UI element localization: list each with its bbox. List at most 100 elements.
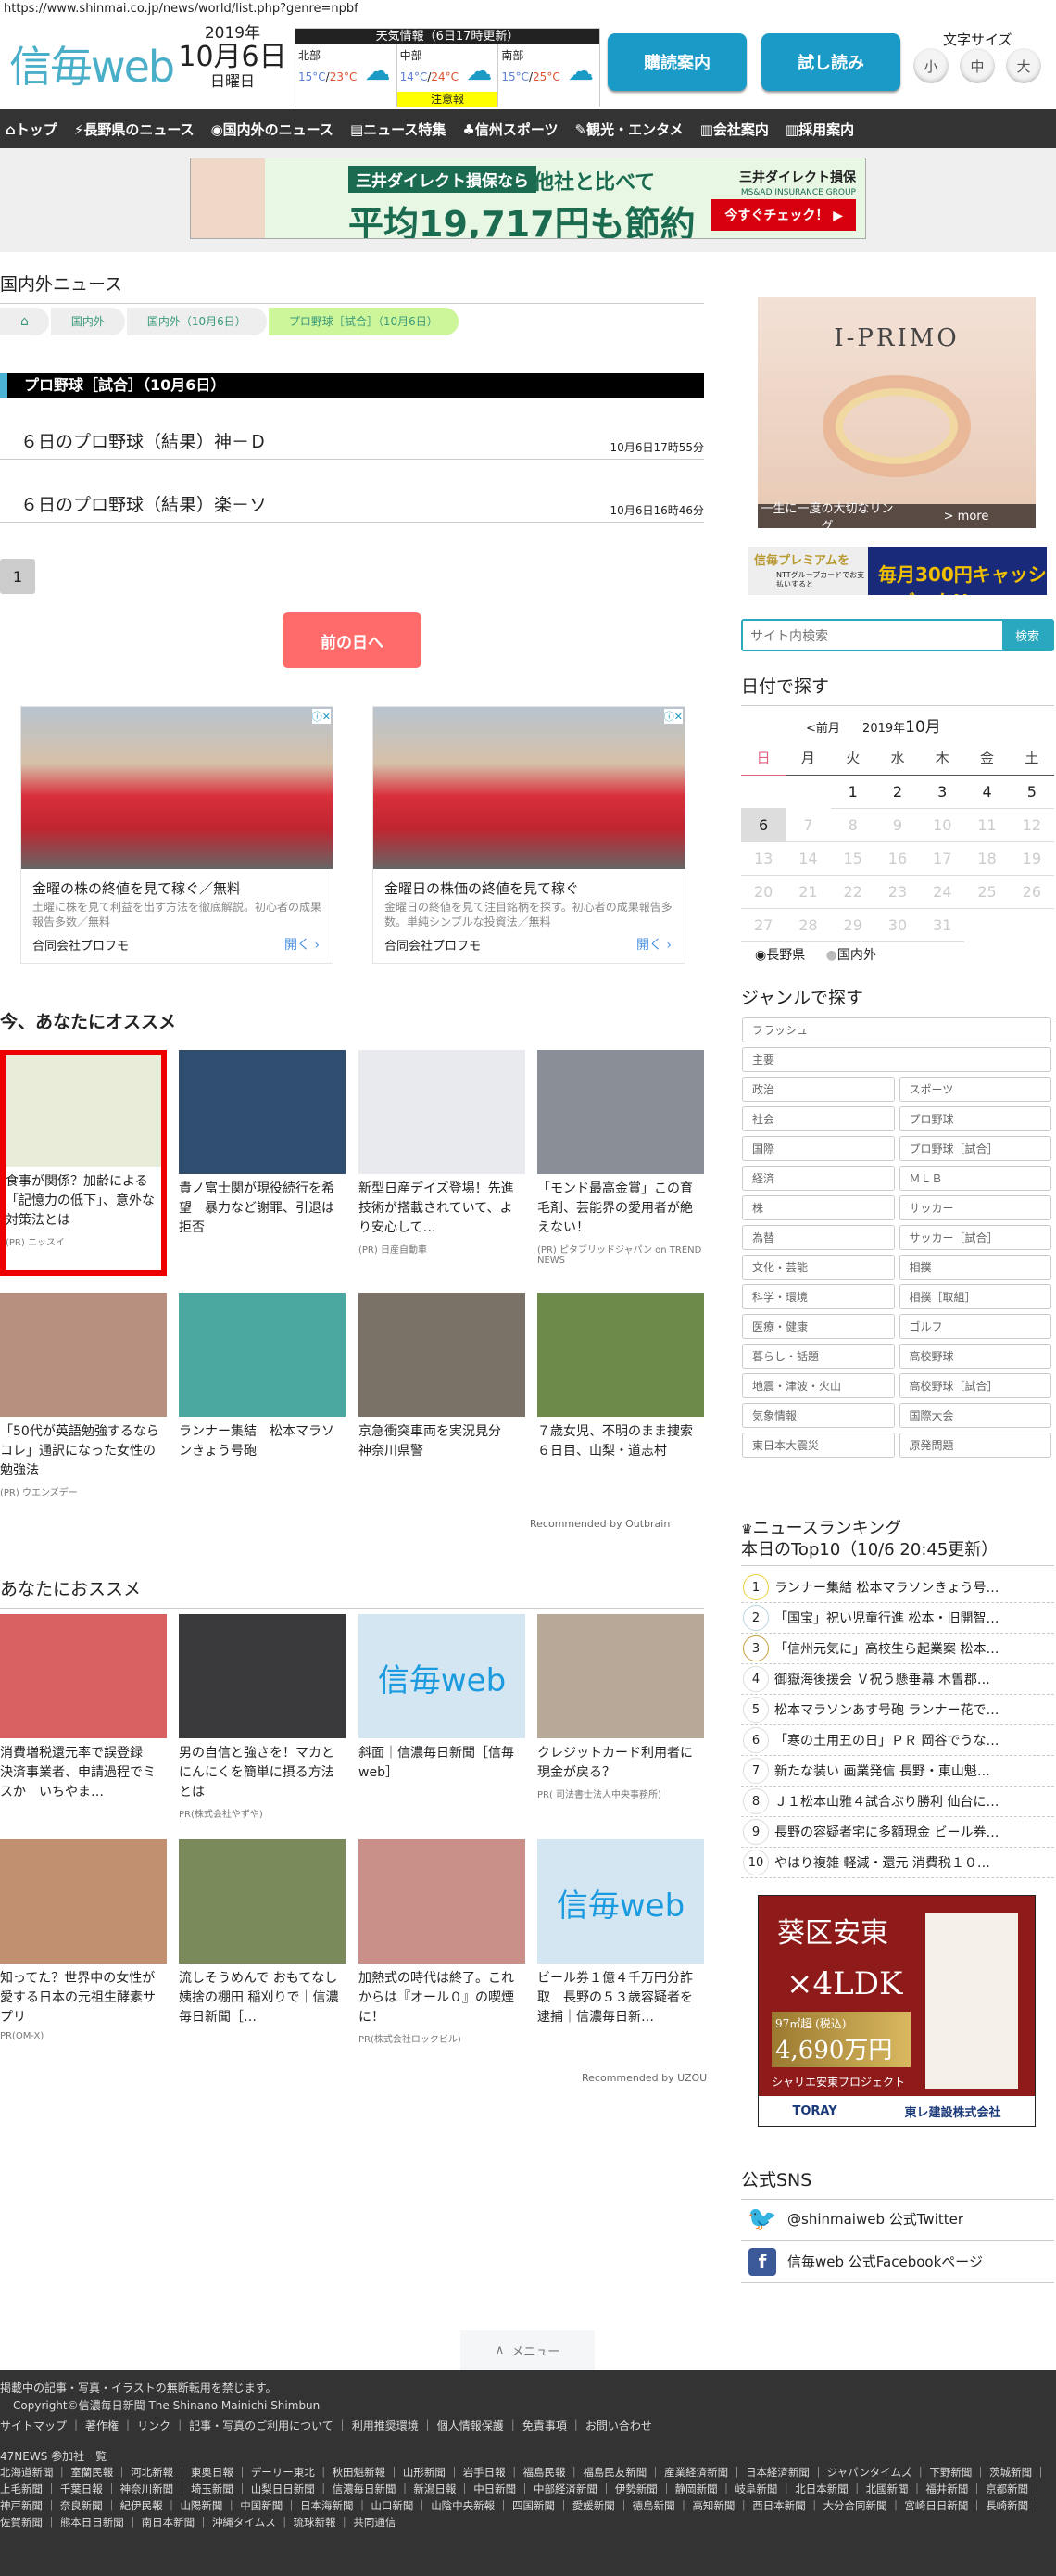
reco-card[interactable]: 消費増税還元率で誤登録 決済事業者、申請過程でミスか いちやま…: [0, 1614, 167, 1802]
calendar-day[interactable]: 6: [741, 808, 786, 842]
reco-card[interactable]: 食事が関係？加齢による「記憶力の低下」、意外な対策法とは (PR) ニッスイ: [0, 1050, 167, 1276]
article-row[interactable]: ６日のプロ野球（結果）楽－ソ 10月6日16時46分: [0, 486, 704, 523]
paper-link[interactable]: 秋田魁新報: [333, 2466, 403, 2479]
paper-link[interactable]: 高知新聞: [692, 2499, 752, 2512]
breadcrumb-home[interactable]: ⌂: [0, 308, 49, 335]
nav-item[interactable]: ▥採用案内: [786, 120, 854, 139]
reco-card[interactable]: ７歳女児、不明のまま捜索６日目、山梨・道志村: [537, 1293, 704, 1461]
toray-ad[interactable]: 葵区安東 ×4LDK 97㎡超 (税込) 4,690万円 シャリエ安東プロジェクト…: [758, 1895, 1036, 2127]
genre-item[interactable]: サッカー: [899, 1195, 1051, 1220]
nav-item[interactable]: ✎観光・エンタメ: [575, 120, 684, 139]
paper-link[interactable]: 共同通信: [353, 2516, 396, 2529]
paper-link[interactable]: 山陽新聞: [180, 2499, 240, 2512]
ad-close-icon[interactable]: ⓘ✕: [311, 709, 331, 724]
paper-link[interactable]: 紀伊民報: [120, 2499, 181, 2512]
paper-link[interactable]: 琉球新報: [294, 2516, 354, 2529]
subscribe-button[interactable]: 購読案内: [608, 33, 747, 91]
paper-link[interactable]: 京都新聞: [986, 2482, 1042, 2495]
paper-link[interactable]: 東奥日報: [191, 2466, 251, 2479]
footer-link[interactable]: 免責事項: [522, 2419, 585, 2432]
reco-card[interactable]: 流しそうめんで おもてなし 姨捨の棚田 稲刈りで｜信濃毎日新聞［…: [179, 1839, 350, 2027]
paper-link[interactable]: 神戸新聞: [0, 2499, 60, 2512]
iprimo-ad[interactable]: I-PRIMO 一生に一度の大切なリング > more: [758, 297, 1036, 534]
paper-link[interactable]: 宮崎日日新聞: [904, 2499, 986, 2512]
genre-item[interactable]: サッカー［試合］: [899, 1225, 1051, 1250]
paper-link[interactable]: 南日本新聞: [142, 2516, 212, 2529]
genre-item[interactable]: 原発問題: [899, 1433, 1051, 1458]
ranking-item[interactable]: 3 「信州元気に」高校生ら起業案 松本…: [741, 1634, 1054, 1664]
nav-item[interactable]: ◉国内外のニュース: [211, 120, 333, 139]
breadcrumb-world[interactable]: 国内外: [50, 308, 125, 335]
genre-item[interactable]: 相撲: [899, 1255, 1051, 1280]
reco-card[interactable]: 知ってた？世界中の女性が愛する日本の元祖生酵素サプリ PR(OM-X): [0, 1839, 167, 2041]
paper-link[interactable]: 日本経済新聞: [746, 2466, 827, 2479]
paper-link[interactable]: 佐賀新聞: [0, 2516, 60, 2529]
nav-item[interactable]: ♣信州スポーツ: [462, 120, 558, 139]
paper-link[interactable]: 山口新聞: [371, 2499, 431, 2512]
nav-item[interactable]: ▥会社案内: [700, 120, 769, 139]
genre-item[interactable]: 科学・環境: [742, 1284, 895, 1309]
genre-item[interactable]: 高校野球: [899, 1344, 1051, 1369]
weather-warning[interactable]: 注意報: [396, 92, 498, 107]
footer-link[interactable]: 著作権: [85, 2419, 137, 2432]
reco-card[interactable]: 新型日産デイズ登場！先進技術が搭載されていて、より安心して… (PR) 日産自動車: [358, 1050, 525, 1256]
footer-link[interactable]: リンク: [137, 2419, 189, 2432]
ad-cta-button[interactable]: 今すぐチェック！ ▶: [711, 199, 856, 231]
paper-link[interactable]: 河北新報: [131, 2466, 191, 2479]
paper-link[interactable]: 大分合同新聞: [823, 2499, 905, 2512]
ranking-item[interactable]: 1 ランナー集結 松本マラソンきょう号…: [741, 1572, 1054, 1603]
paper-link[interactable]: 山形新聞: [403, 2466, 463, 2479]
reco-card[interactable]: 「50代が英語勉強するならコレ」通訳になった女性の勉強法 (PR) ウエンズデー: [0, 1293, 167, 1498]
genre-item[interactable]: 相撲［取組］: [899, 1284, 1051, 1309]
footer-link[interactable]: 個人情報保護: [437, 2419, 522, 2432]
paper-link[interactable]: 福島民友新聞: [583, 2466, 664, 2479]
paper-link[interactable]: 産業経済新聞: [664, 2466, 746, 2479]
article-row[interactable]: ６日のプロ野球（結果）神－Ｄ 10月6日17時55分: [0, 423, 704, 460]
nav-item[interactable]: ⌂トップ: [6, 120, 57, 139]
reco-card[interactable]: 信毎web 斜面｜信濃毎日新聞［信毎web］: [358, 1614, 525, 1783]
footer-link[interactable]: 記事・写真のご利用について: [189, 2419, 352, 2432]
genre-item[interactable]: 経済: [742, 1166, 895, 1191]
trial-button[interactable]: 試し読み: [761, 33, 900, 91]
genre-item[interactable]: 為替: [742, 1225, 895, 1250]
reco-card[interactable]: クレジットカード利用者に現金が戻る？ PR( 司法書士法人中央事務所): [537, 1614, 704, 1800]
breadcrumb-world-date[interactable]: 国内外（10月6日）: [126, 308, 267, 335]
genre-item[interactable]: 政治: [742, 1077, 895, 1102]
genre-item[interactable]: 地震・津波・火山: [742, 1373, 895, 1398]
genre-item[interactable]: プロ野球: [899, 1106, 1051, 1131]
paper-link[interactable]: 岩手日報: [463, 2466, 523, 2479]
font-size-medium-button[interactable]: 中: [960, 48, 995, 83]
paper-link[interactable]: 北海道新聞: [0, 2466, 70, 2479]
ranking-item[interactable]: 6 「寒の土用丑の日」ＰＲ 岡谷でうな…: [741, 1725, 1054, 1756]
iprimo-more[interactable]: > more: [897, 510, 1036, 524]
genre-item[interactable]: 社会: [742, 1106, 895, 1131]
facebook-link[interactable]: f 信毎web 公式Facebookページ: [741, 2241, 1054, 2283]
ad-close-icon[interactable]: ⓘ✕: [663, 709, 683, 724]
calendar-day[interactable]: 2: [874, 775, 921, 809]
paper-link[interactable]: 山陰中央新報: [431, 2499, 512, 2512]
font-size-large-button[interactable]: 大: [1006, 48, 1041, 83]
paper-link[interactable]: 信濃毎日新聞: [333, 2482, 414, 2495]
genre-item[interactable]: ゴルフ: [899, 1314, 1051, 1339]
radio-world[interactable]: ●国内外: [826, 948, 876, 963]
genre-item[interactable]: 国際大会: [899, 1403, 1051, 1428]
reco-card[interactable]: ランナー集結 松本マラソンきょう号砲: [179, 1293, 346, 1461]
font-size-small-button[interactable]: 小: [913, 48, 949, 83]
genre-item[interactable]: 株: [742, 1195, 895, 1220]
paper-link[interactable]: 中部経済新聞: [534, 2482, 615, 2495]
paper-link[interactable]: 日本海新聞: [300, 2499, 371, 2512]
paper-link[interactable]: 中日新聞: [473, 2482, 534, 2495]
paper-link[interactable]: ジャパンタイムズ: [827, 2466, 930, 2479]
paper-link[interactable]: 上毛新聞: [0, 2482, 60, 2495]
prev-day-button[interactable]: 前の日へ: [283, 612, 421, 668]
reco-card[interactable]: 「モンド最高金賞」この育毛剤、芸能界の愛用者が絶えない！ (PR) ピタブリッドジ…: [537, 1050, 704, 1266]
native-ad-card[interactable]: ⓘ✕ 金曜の株の終値を見て稼ぐ／無料 土曜に株を見て利益を出す方法を徹底解説。初心者…: [20, 706, 333, 964]
paper-link[interactable]: 長崎新聞: [986, 2499, 1042, 2512]
paper-link[interactable]: 西日本新聞: [752, 2499, 823, 2512]
ad-open-link[interactable]: 開く ›: [636, 935, 672, 953]
outbrain-credit[interactable]: Recommended by Outbrain: [530, 1518, 670, 1530]
paper-link[interactable]: 福井新聞: [925, 2482, 986, 2495]
nav-item[interactable]: ▤ニュース特集: [350, 120, 446, 139]
paper-link[interactable]: 静岡新聞: [675, 2482, 735, 2495]
uzou-credit[interactable]: Recommended by UZOU: [582, 2072, 707, 2084]
